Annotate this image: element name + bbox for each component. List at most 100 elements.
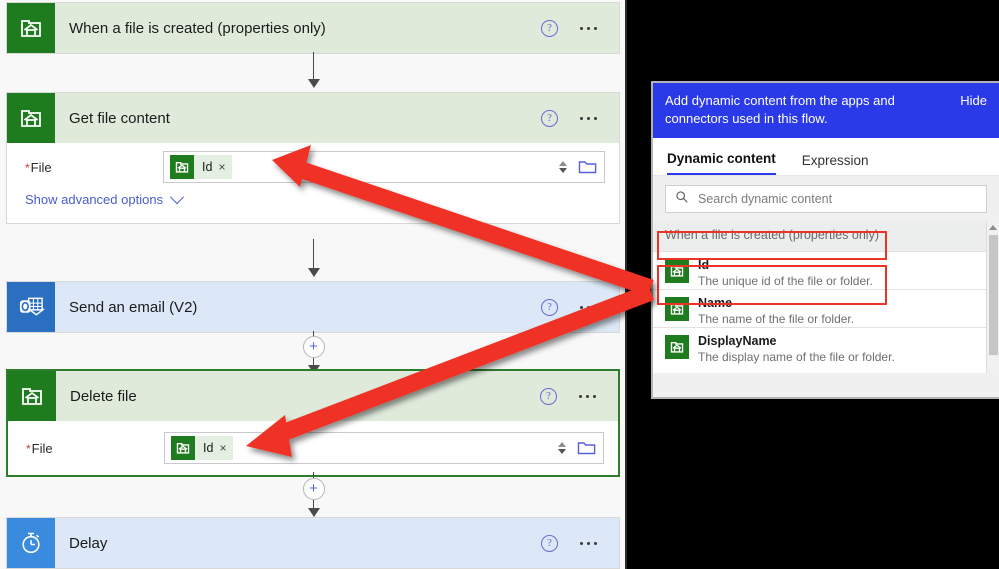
flow-step-card-send-email[interactable]: Send an email (V2) ? — [6, 281, 620, 333]
dynamic-content-list: When a file is created (properties only)… — [653, 221, 999, 373]
sharepoint-icon — [8, 371, 56, 421]
dynamic-content-item-displayname[interactable]: DisplayName The display name of the file… — [653, 327, 999, 365]
sharepoint-icon — [665, 297, 689, 321]
connector-get-file-to-email — [0, 239, 625, 277]
dynamic-content-item-name: DisplayName — [698, 334, 777, 348]
hide-panel-button[interactable]: Hide — [960, 92, 987, 110]
dynamic-content-search-wrap: Search dynamic content — [653, 176, 999, 221]
dynamic-content-item-desc: The display name of the file or folder. — [698, 350, 895, 364]
chevron-down-icon — [558, 449, 566, 454]
required-marker: * — [26, 441, 31, 456]
card-title: Delay — [69, 534, 108, 552]
dynamic-content-item-desc: The name of the file or folder. — [698, 312, 855, 326]
card-body: *File Id × — [8, 421, 618, 475]
connector-email-to-delete: + — [0, 331, 625, 374]
dynamic-content-banner: Add dynamic content from the apps and co… — [653, 83, 999, 138]
dynamic-content-item-name: Name — [698, 296, 733, 310]
advanced-options-row: Show advanced options — [7, 189, 619, 223]
search-icon — [675, 190, 689, 209]
delete-file-file-field[interactable]: Id × — [164, 432, 604, 464]
close-icon[interactable]: × — [219, 441, 233, 455]
tab-dynamic-content[interactable]: Dynamic content — [667, 151, 776, 175]
connector-trigger-to-get-file — [0, 52, 625, 88]
required-marker: * — [25, 160, 30, 175]
card-title: Delete file — [70, 387, 137, 405]
card-header[interactable]: Delay ? — [7, 518, 619, 568]
show-advanced-options-link[interactable]: Show advanced options — [25, 189, 185, 207]
card-title: When a file is created (properties only) — [69, 19, 326, 37]
chevron-down-icon — [559, 168, 567, 173]
dynamic-content-item-name[interactable]: Name The name of the file or folder. — [653, 289, 999, 327]
more-options-icon[interactable] — [579, 394, 596, 398]
scroll-up-icon[interactable] — [989, 225, 997, 230]
dynamic-token[interactable]: Id × — [170, 155, 233, 179]
close-icon[interactable]: × — [218, 160, 232, 174]
help-icon[interactable]: ? — [541, 19, 558, 37]
more-options-icon[interactable] — [580, 305, 597, 309]
dynamic-content-item-desc: The unique id of the file or folder. — [698, 274, 873, 288]
help-icon[interactable]: ? — [540, 387, 557, 405]
token-label: Id — [202, 160, 213, 174]
flow-designer-panel: When a file is created (properties only)… — [0, 0, 627, 569]
screenshot-root: When a file is created (properties only)… — [0, 0, 999, 569]
insert-step-button[interactable]: + — [302, 336, 325, 358]
get-file-content-file-field[interactable]: Id × — [163, 151, 605, 183]
dynamic-content-group-header: When a file is created (properties only) — [653, 221, 999, 251]
sharepoint-icon — [170, 155, 194, 179]
card-header[interactable]: Get file content ? — [7, 93, 619, 143]
dynamic-content-tabs: Dynamic content Expression — [653, 138, 999, 176]
stepper-spinner[interactable] — [556, 155, 570, 179]
stepper-spinner[interactable] — [555, 436, 569, 460]
file-field-row: *File Id × — [8, 421, 618, 475]
insert-step-button[interactable]: + — [302, 478, 325, 500]
flow-step-card-trigger[interactable]: When a file is created (properties only)… — [6, 2, 620, 54]
sharepoint-icon — [665, 259, 689, 283]
dynamic-content-panel: Add dynamic content from the apps and co… — [651, 81, 999, 399]
dynamic-content-banner-text: Add dynamic content from the apps and co… — [665, 93, 895, 126]
more-options-icon[interactable] — [580, 26, 597, 30]
show-advanced-options-label: Show advanced options — [25, 192, 164, 207]
help-icon[interactable]: ? — [541, 534, 558, 552]
card-header-actions: ? — [540, 387, 618, 405]
card-header-actions: ? — [541, 19, 619, 37]
folder-icon[interactable] — [574, 155, 600, 179]
file-field-label: *File — [25, 160, 163, 175]
scrollbar[interactable] — [986, 221, 999, 373]
card-header-actions: ? — [541, 109, 619, 127]
sharepoint-icon — [7, 3, 55, 53]
more-options-icon[interactable] — [580, 116, 597, 120]
dynamic-content-item-name: Id — [698, 258, 710, 272]
file-field-label: *File — [26, 441, 164, 456]
card-header[interactable]: Delete file ? — [8, 371, 618, 421]
file-field-label-text: File — [30, 159, 52, 175]
sharepoint-icon — [171, 436, 195, 460]
list-item-text: Name The name of the file or folder. — [698, 296, 854, 326]
card-title: Send an email (V2) — [69, 298, 198, 316]
dynamic-content-item-id[interactable]: Id The unique id of the file or folder. — [653, 251, 999, 289]
token-label: Id — [203, 441, 214, 455]
help-icon[interactable]: ? — [541, 109, 558, 127]
card-body: *File Id × — [7, 143, 619, 223]
help-icon[interactable]: ? — [541, 298, 558, 316]
search-placeholder: Search dynamic content — [698, 192, 833, 206]
card-header[interactable]: When a file is created (properties only)… — [7, 3, 619, 53]
file-field-label-text: File — [31, 440, 53, 456]
more-options-icon[interactable] — [580, 541, 597, 545]
chevron-down-icon — [169, 189, 185, 204]
flow-step-card-delay[interactable]: Delay ? — [6, 517, 620, 569]
sharepoint-icon — [7, 93, 55, 143]
card-header-actions: ? — [541, 534, 619, 552]
dynamic-token[interactable]: Id × — [171, 436, 234, 460]
sharepoint-icon — [665, 335, 689, 359]
scrollbar-thumb[interactable] — [989, 235, 998, 355]
flow-step-card-delete-file[interactable]: Delete file ? *File Id × — [6, 369, 620, 477]
flow-step-card-get-file-content[interactable]: Get file content ? *File Id × Show advan… — [6, 92, 620, 224]
card-header-actions: ? — [541, 298, 619, 316]
chevron-up-icon — [558, 442, 566, 447]
file-field-row: *File Id × — [7, 143, 619, 191]
search-input[interactable]: Search dynamic content — [665, 185, 987, 213]
connector-delete-to-delay: + — [0, 472, 625, 517]
folder-icon[interactable] — [573, 436, 599, 460]
tab-expression[interactable]: Expression — [802, 153, 869, 175]
card-header[interactable]: Send an email (V2) ? — [7, 282, 619, 332]
